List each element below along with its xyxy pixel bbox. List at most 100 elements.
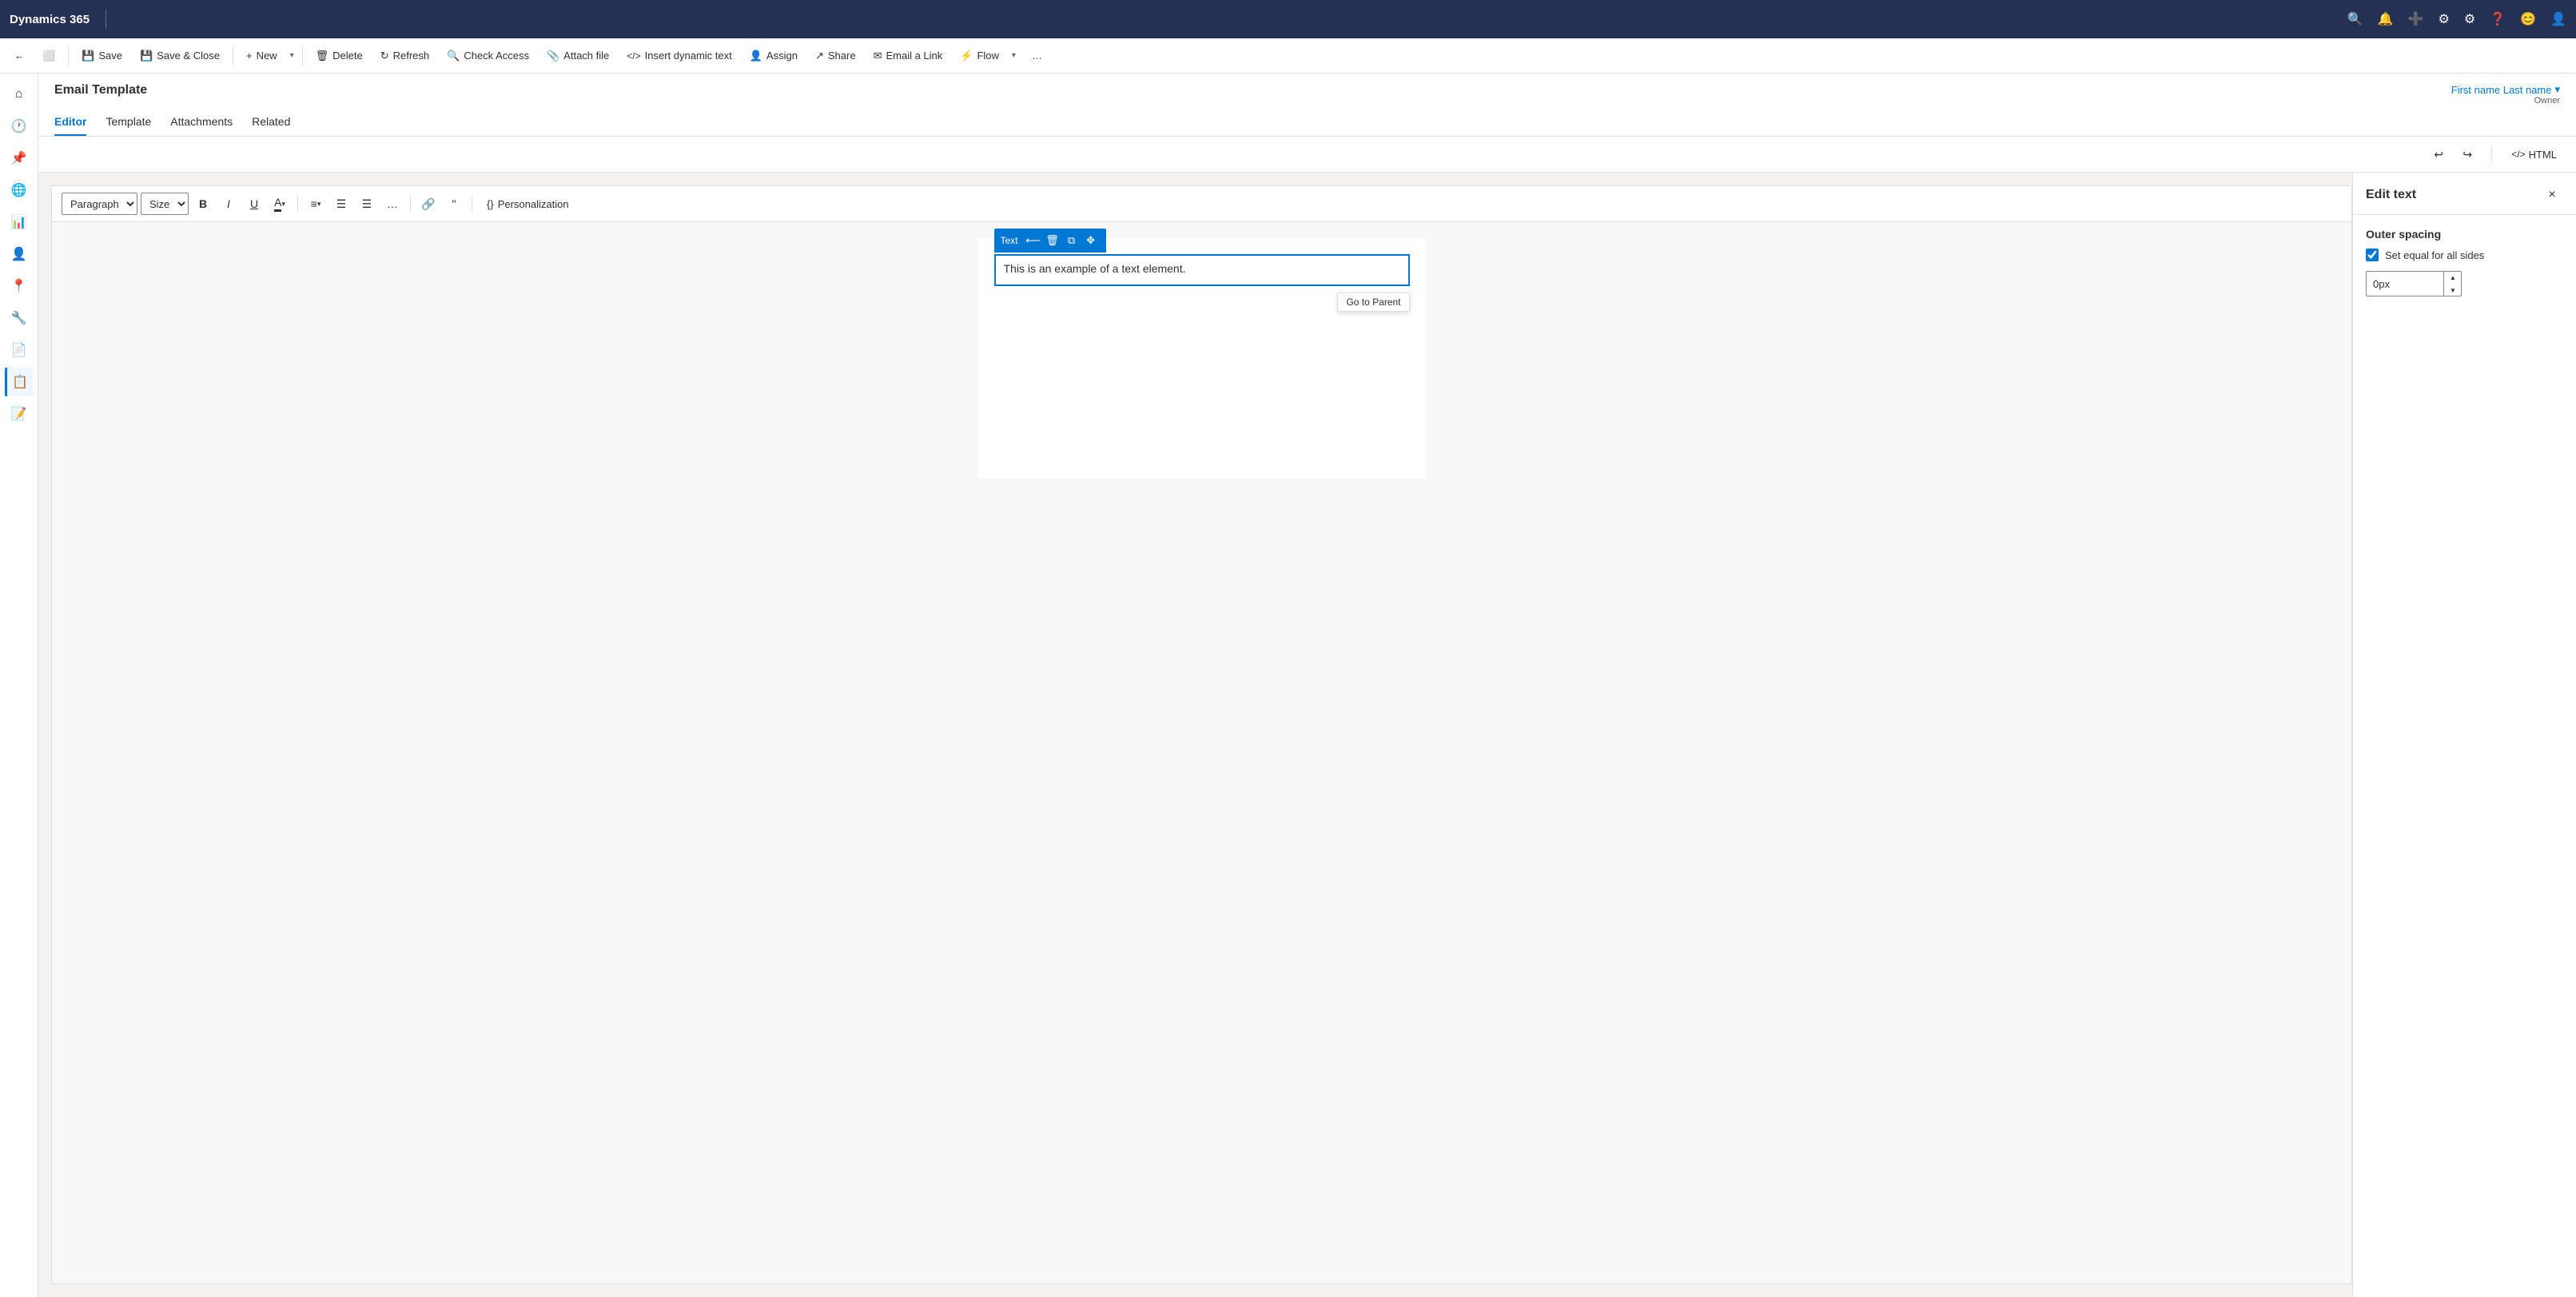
cmd-sep-3 — [302, 46, 303, 66]
assign-button[interactable]: 👤 Assign — [742, 43, 806, 69]
link-button[interactable]: 🔗 — [417, 193, 440, 215]
paragraph-select[interactable]: Paragraph — [62, 193, 137, 215]
sidebar-item-map[interactable]: 📍 — [5, 272, 34, 300]
italic-button[interactable]: I — [217, 193, 240, 215]
owner-name-link[interactable]: First name Last name ▾ — [2451, 83, 2560, 96]
insert-dynamic-icon: </> — [627, 50, 640, 62]
top-bar-divider — [2491, 146, 2492, 162]
font-color-label: A — [274, 196, 281, 212]
check-access-button[interactable]: 🔍 Check Access — [439, 43, 537, 69]
tab-editor[interactable]: Editor — [54, 109, 86, 136]
search-icon[interactable]: 🔍 — [2347, 11, 2363, 27]
flow-dropdown-button[interactable]: ▾ — [1009, 43, 1019, 69]
close-icon: × — [2548, 188, 2555, 202]
set-equal-label[interactable]: Set equal for all sides — [2385, 249, 2484, 261]
save-button[interactable]: 💾 Save — [74, 43, 130, 69]
toolbar-div-1 — [297, 196, 298, 212]
text-block-duplicate-action[interactable]: ⧉ — [1063, 232, 1081, 249]
refresh-button[interactable]: ↻ Refresh — [372, 43, 437, 69]
tab-template[interactable]: Template — [106, 109, 151, 136]
bold-button[interactable]: B — [192, 193, 214, 215]
open-icon: ⬜ — [42, 50, 55, 62]
text-block-move-action[interactable]: ✥ — [1082, 232, 1100, 249]
new-dropdown-icon: ▾ — [290, 51, 294, 60]
spinner-down-button[interactable]: ▼ — [2444, 284, 2462, 296]
sidebar-item-recent[interactable]: 🕐 — [5, 112, 34, 141]
right-panel: Edit text × Outer spacing Set equal for … — [2352, 173, 2576, 1297]
new-dropdown-button[interactable]: ▾ — [287, 43, 297, 69]
help-icon[interactable]: ❓ — [2490, 11, 2506, 27]
filter-icon[interactable]: ⚙ — [2439, 11, 2450, 27]
text-block-toolbar: Text ⟵ 🗑 ⧉ — [994, 229, 1106, 253]
set-equal-checkbox[interactable] — [2366, 249, 2379, 261]
sidebar-item-report[interactable]: 📊 — [5, 208, 34, 237]
attach-icon: 📎 — [547, 50, 559, 62]
undo-icon: ↩ — [2434, 148, 2443, 161]
sidebar-item-document[interactable]: 📄 — [5, 336, 34, 364]
text-duplicate-icon: ⧉ — [1068, 234, 1075, 247]
app-name[interactable]: Dynamics 365 — [10, 13, 90, 26]
spinner-up-button[interactable]: ▲ — [2444, 271, 2462, 284]
text-block-parent-action[interactable]: ⟵ — [1025, 232, 1042, 249]
back-button[interactable]: ← — [6, 43, 33, 69]
record-tabs: Editor Template Attachments Related — [54, 109, 2560, 136]
sidebar-item-quote[interactable]: 📝 — [5, 400, 34, 428]
cmd-sep-1 — [68, 46, 69, 66]
text-block-delete-action[interactable]: 🗑 — [1044, 232, 1061, 249]
settings-icon[interactable]: ⚙ — [2464, 11, 2475, 27]
align-dropdown-icon: ▾ — [317, 200, 321, 209]
parent-arrow-icon: ⟵ — [1025, 234, 1041, 247]
user-icon[interactable]: 👤 — [2550, 11, 2566, 27]
html-button[interactable]: </> HTML — [2505, 145, 2563, 164]
quote-button[interactable]: " — [443, 193, 465, 215]
personalization-button[interactable]: {} Personalization — [479, 196, 577, 213]
underline-button[interactable]: U — [243, 193, 265, 215]
canvas-inner: Text ⟵ 🗑 ⧉ — [978, 238, 1426, 478]
sidebar-item-globe[interactable]: 🌐 — [5, 176, 34, 205]
size-select[interactable]: Size — [141, 193, 189, 215]
save-icon: 💾 — [82, 50, 94, 62]
delete-button[interactable]: 🗑 Delete — [308, 43, 371, 69]
text-block-label: Text — [1001, 235, 1018, 246]
sidebar-item-home[interactable]: ⌂ — [5, 80, 34, 109]
notification-icon[interactable]: 🔔 — [2378, 11, 2394, 27]
new-button[interactable]: + New — [238, 43, 285, 69]
sidebar-item-template[interactable]: 📋 — [5, 368, 34, 396]
sidebar-item-pin[interactable]: 📌 — [5, 144, 34, 173]
save-close-button[interactable]: 💾 Save & Close — [132, 43, 228, 69]
add-icon[interactable]: ➕ — [2408, 11, 2424, 27]
align-button[interactable]: ≡ ▾ — [305, 193, 327, 215]
insert-dynamic-button[interactable]: </> Insert dynamic text — [619, 43, 739, 69]
sidebar-item-tool[interactable]: 🔧 — [5, 304, 34, 332]
flow-button[interactable]: ⚡ Flow — [952, 43, 1007, 69]
save-close-icon: 💾 — [140, 50, 153, 62]
attach-file-button[interactable]: 📎 Attach file — [539, 43, 617, 69]
open-record-button[interactable]: ⬜ — [34, 43, 63, 69]
record-title: Email Template — [54, 83, 147, 97]
more-icon: … — [1032, 50, 1042, 62]
tab-attachments[interactable]: Attachments — [170, 109, 233, 136]
sidebar-left: ⌂ 🕐 📌 🌐 📊 👤 📍 🔧 📄 📋 📝 — [0, 74, 38, 1297]
right-panel-header: Edit text × — [2353, 173, 2576, 215]
back-icon: ← — [14, 50, 25, 62]
new-icon: + — [246, 50, 253, 62]
right-panel-close-button[interactable]: × — [2541, 184, 2563, 206]
html-code-icon: </> — [2511, 149, 2525, 160]
go-to-parent-tooltip[interactable]: Go to Parent — [1337, 292, 1409, 312]
unordered-list-button[interactable]: ☰ — [356, 193, 378, 215]
assign-icon: 👤 — [750, 50, 762, 62]
share-button[interactable]: ↗ Share — [807, 43, 864, 69]
quote-icon: " — [452, 197, 456, 210]
redo-button[interactable]: ↪ — [2456, 143, 2478, 165]
text-block-content[interactable]: This is an example of a text element. — [994, 254, 1410, 286]
undo-button[interactable]: ↩ — [2427, 143, 2450, 165]
more-toolbar-button[interactable]: … — [381, 193, 404, 215]
font-color-button[interactable]: A ▾ — [269, 193, 291, 215]
ordered-list-button[interactable]: ☰ — [330, 193, 352, 215]
tab-related[interactable]: Related — [252, 109, 290, 136]
editor-canvas[interactable]: Text ⟵ 🗑 ⧉ — [52, 222, 2351, 1283]
user-emoji-icon[interactable]: 😊 — [2520, 11, 2536, 27]
sidebar-item-contacts[interactable]: 👤 — [5, 240, 34, 269]
more-button[interactable]: … — [1024, 43, 1050, 69]
email-link-button[interactable]: ✉ Email a Link — [866, 43, 951, 69]
